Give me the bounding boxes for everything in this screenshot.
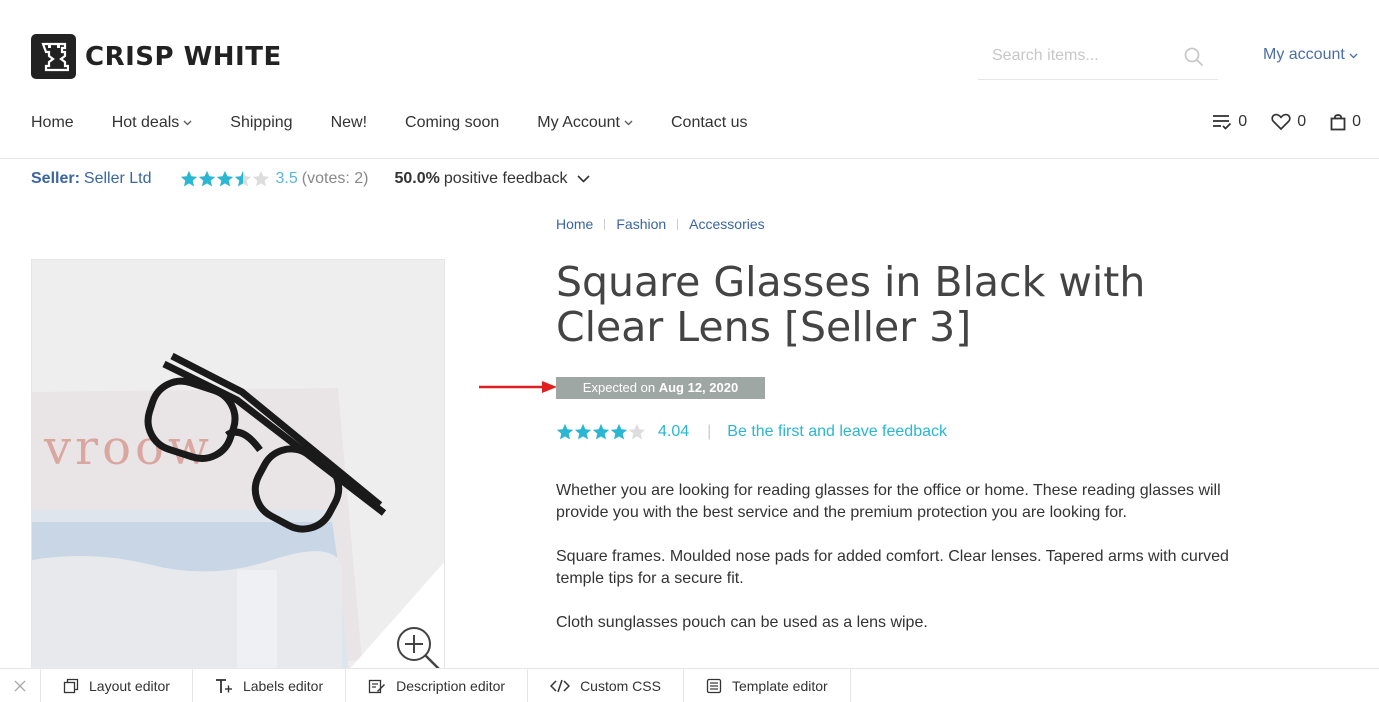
edit-document-icon	[368, 679, 386, 693]
wishlist-button[interactable]: 0	[1271, 113, 1306, 131]
star-icon	[574, 423, 592, 440]
close-icon	[14, 680, 26, 691]
seller-label: Seller:	[31, 170, 80, 187]
star-icon	[252, 170, 269, 187]
seller-bar: Seller: Seller Ltd 3.5 (votes: 2) 50.0% …	[31, 170, 591, 188]
breadcrumb-separator	[677, 218, 679, 230]
nav-item-my-account[interactable]: My Account	[537, 114, 633, 132]
nav-label: Hot deals	[111, 114, 180, 131]
breadcrumb-separator	[604, 218, 606, 230]
cart-count: 0	[1352, 113, 1361, 130]
toolbar-label: Template editor	[731, 677, 828, 694]
nav-item-new[interactable]: New!	[331, 114, 367, 132]
code-icon	[550, 679, 571, 692]
chevron-down-icon	[1349, 46, 1358, 64]
nav-item-contact-us[interactable]: Contact us	[671, 114, 747, 132]
zoom-in-icon[interactable]	[396, 626, 442, 672]
compare-list-icon	[1213, 115, 1232, 130]
expected-date-badge: Expected on Aug 12, 2020	[556, 377, 765, 399]
brand-name: CRISP WHITE	[85, 41, 282, 72]
chevron-down-icon	[183, 120, 192, 126]
expected-date: Aug 12, 2020	[658, 380, 739, 395]
logo-icon	[31, 34, 76, 79]
nav-item-home[interactable]: Home	[31, 114, 74, 132]
search-box	[978, 37, 1218, 80]
seller-votes: (votes: 2)	[301, 170, 369, 187]
chevron-down-icon[interactable]	[577, 170, 591, 188]
template-editor-button[interactable]: Template editor	[684, 668, 851, 702]
product-rating: 4.04 | Be the first and leave feedback	[556, 423, 947, 441]
description-paragraph: Cloth sunglasses pouch can be used as a …	[556, 614, 928, 631]
labels-editor-button[interactable]: Labels editor	[193, 668, 347, 702]
star-icon	[592, 423, 610, 440]
product-rating-value: 4.04	[658, 423, 690, 440]
template-icon	[706, 678, 722, 693]
star-icon	[216, 170, 233, 187]
nav-item-coming-soon[interactable]: Coming soon	[405, 114, 499, 132]
my-account-menu[interactable]: My account	[1263, 46, 1358, 64]
heart-icon	[1271, 113, 1291, 131]
layout-editor-button[interactable]: Layout editor	[41, 668, 193, 702]
header-icons: 0 0 0	[1212, 113, 1361, 131]
my-account-label: My account	[1263, 46, 1345, 63]
compare-button[interactable]: 0	[1212, 113, 1247, 131]
star-icon	[198, 170, 215, 187]
description-editor-button[interactable]: Description editor	[346, 668, 529, 702]
nav-label: Coming soon	[405, 114, 500, 131]
nav-label: New!	[330, 114, 368, 131]
toolbar-label: Layout editor	[89, 677, 170, 694]
custom-css-button[interactable]: Custom CSS	[528, 668, 684, 702]
breadcrumb-home[interactable]: Home	[556, 216, 593, 232]
star-icon	[628, 423, 646, 440]
compare-count: 0	[1238, 113, 1248, 130]
toolbar-label: Description editor	[396, 677, 506, 694]
magazine-text: vroow	[43, 420, 213, 476]
close-toolbar-button[interactable]	[0, 668, 41, 702]
rating-separator: |	[707, 423, 712, 440]
cart-button[interactable]: 0	[1330, 113, 1361, 131]
logo[interactable]: CRISP WHITE	[31, 34, 282, 79]
nav-label: Contact us	[671, 114, 748, 131]
seller-positive-pct: 50.0%	[394, 170, 440, 187]
description-paragraph: Square frames. Moulded nose pads for add…	[556, 548, 1229, 587]
breadcrumb-fashion[interactable]: Fashion	[616, 216, 666, 232]
chevron-down-icon	[624, 120, 633, 126]
nav-item-hot-deals[interactable]: Hot deals	[112, 114, 193, 132]
description-paragraph: Whether you are looking for reading glas…	[556, 482, 1221, 521]
seller-name-link[interactable]: Seller Ltd	[84, 170, 152, 188]
editor-toolbar: Layout editor Labels editor Description …	[0, 668, 1379, 702]
star-icon	[234, 170, 251, 187]
search-input[interactable]	[992, 47, 1182, 65]
nav-label: Shipping	[230, 114, 293, 131]
expected-prefix: Expected on	[582, 380, 656, 395]
leave-feedback-link[interactable]: Be the first and leave feedback	[727, 423, 947, 441]
breadcrumb: Home Fashion Accessories	[556, 216, 765, 232]
breadcrumb-accessories[interactable]: Accessories	[689, 216, 764, 232]
nav-label: My Account	[537, 114, 620, 131]
header-divider	[0, 158, 1379, 159]
text-plus-icon	[215, 678, 232, 693]
toolbar-label: Labels editor	[242, 677, 324, 694]
nav-label: Home	[31, 114, 74, 131]
layout-icon	[63, 678, 79, 693]
annotation-arrow-icon	[479, 381, 557, 393]
wishlist-count: 0	[1297, 113, 1307, 130]
shopping-bag-icon	[1330, 114, 1346, 131]
seller-positive-label: positive feedback	[443, 170, 568, 187]
product-description: Whether you are looking for reading glas…	[556, 480, 1236, 656]
nav-item-shipping[interactable]: Shipping	[230, 114, 292, 132]
product-photo: vroow	[32, 260, 444, 678]
product-rating-stars	[556, 423, 646, 441]
product-image[interactable]: vroow	[31, 259, 445, 679]
star-icon	[610, 423, 628, 440]
toolbar-label: Custom CSS	[580, 677, 661, 694]
star-icon	[556, 423, 574, 440]
search-icon[interactable]	[1184, 47, 1204, 72]
seller-rating-stars	[180, 170, 270, 188]
star-icon	[180, 170, 197, 187]
main-nav: Home Hot deals Shipping New! Coming soon…	[31, 114, 785, 132]
product-title: Square Glasses in Black with Clear Lens …	[556, 258, 1146, 351]
seller-rating-value: 3.5	[275, 170, 298, 187]
